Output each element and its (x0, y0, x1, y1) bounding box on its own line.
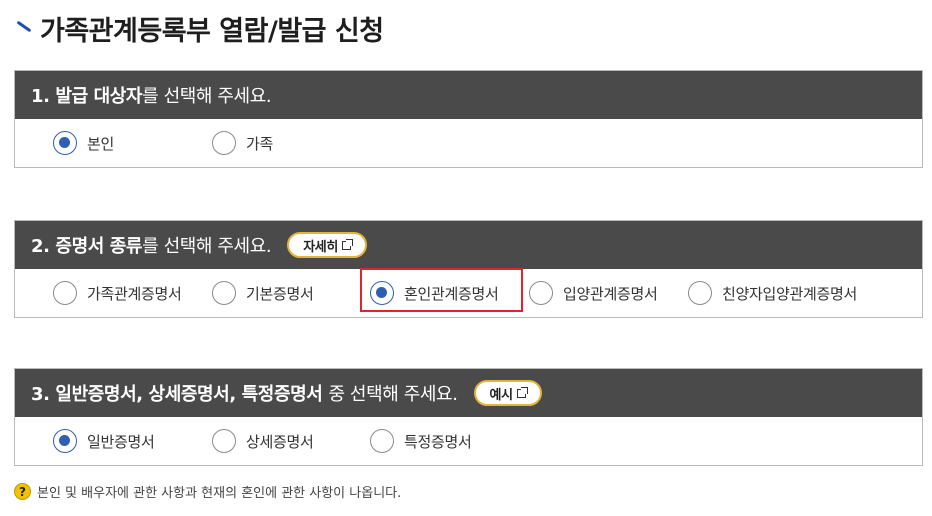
section-target: 1. 발급 대상자 를 선택해 주세요. 본인 가족 (14, 70, 923, 168)
radio-option-label: 기본증명서 (246, 284, 314, 303)
section-cert-detail-options: 일반증명서 상세증명서 특정증명서 (15, 417, 922, 465)
section-cert-type-heading-rest: 를 선택해 주세요. (142, 236, 272, 257)
radio-specific[interactable] (370, 429, 394, 453)
radio-self-checked[interactable] (53, 131, 77, 155)
radio-option-adoption[interactable]: 입양관계증명서 (529, 279, 658, 307)
radio-option-full-adoption[interactable]: 친양자입양관계증명서 (688, 279, 857, 307)
radio-option-label: 상세증명서 (246, 432, 314, 451)
section-cert-type: 2. 증명서 종류 를 선택해 주세요. 자세히 가족관계증명서 기본증명서 혼… (14, 220, 923, 318)
radio-general-checked[interactable] (53, 429, 77, 453)
radio-full-adoption[interactable] (688, 281, 712, 305)
radio-option-label: 혼인관계증명서 (404, 284, 499, 303)
radio-family[interactable] (212, 131, 236, 155)
help-note: ? 본인 및 배우자에 관한 사항과 현재의 혼인에 관한 사항이 나옵니다. (14, 482, 401, 501)
section-target-options: 본인 가족 (15, 119, 922, 167)
radio-option-label: 입양관계증명서 (563, 284, 658, 303)
section-cert-detail-heading-rest: 중 선택해 주세요. (328, 384, 458, 405)
radio-family-relation[interactable] (53, 281, 77, 305)
page-title: 가족관계등록부 열람/발급 신청 (40, 15, 384, 47)
section-cert-type-options: 가족관계증명서 기본증명서 혼인관계증명서 입양관계증명서 친양자입양관계증명서 (15, 268, 922, 317)
radio-option-specific[interactable]: 특정증명서 (370, 427, 472, 455)
external-link-icon (516, 386, 528, 398)
radio-option-label: 본인 (87, 134, 115, 153)
radio-option-basic[interactable]: 기본증명서 (212, 279, 314, 307)
radio-option-general[interactable]: 일반증명서 (53, 427, 155, 455)
example-button[interactable]: 예시 (473, 380, 542, 406)
radio-option-label: 일반증명서 (87, 432, 155, 451)
section-cert-type-heading-bold: 2. 증명서 종류 (31, 236, 143, 257)
radio-option-label: 가족관계증명서 (87, 284, 182, 303)
detail-button-label: 자세히 (303, 239, 338, 255)
section-cert-type-header: 2. 증명서 종류 를 선택해 주세요. 자세히 (15, 221, 922, 269)
external-link-icon (341, 238, 353, 250)
radio-adoption[interactable] (529, 281, 553, 305)
section-cert-detail-header: 3. 일반증명서, 상세증명서, 특정증명서 중 선택해 주세요. 예시 (15, 369, 922, 417)
example-button-label: 예시 (489, 387, 514, 403)
radio-option-family[interactable]: 가족 (212, 129, 273, 157)
radio-option-family-relation[interactable]: 가족관계증명서 (53, 279, 182, 307)
page-title-row: 가족관계등록부 열람/발급 신청 (14, 8, 384, 48)
help-note-text: 본인 및 배우자에 관한 사항과 현재의 혼인에 관한 사항이 나옵니다. (37, 486, 402, 501)
title-accent-icon (14, 19, 32, 37)
question-icon: ? (14, 483, 31, 500)
radio-basic[interactable] (212, 281, 236, 305)
section-target-heading-rest: 를 선택해 주세요. (142, 86, 272, 107)
radio-option-label: 특정증명서 (404, 432, 472, 451)
radio-option-marriage[interactable]: 혼인관계증명서 (370, 279, 499, 307)
section-target-heading-bold: 1. 발급 대상자 (31, 86, 143, 107)
radio-detailed[interactable] (212, 429, 236, 453)
section-cert-detail: 3. 일반증명서, 상세증명서, 특정증명서 중 선택해 주세요. 예시 일반증… (14, 368, 923, 466)
radio-marriage-checked[interactable] (370, 281, 394, 305)
radio-option-label: 친양자입양관계증명서 (722, 284, 858, 303)
section-cert-detail-heading-bold: 3. 일반증명서, 상세증명서, 특정증명서 (31, 384, 323, 405)
detail-button[interactable]: 자세히 (287, 232, 367, 258)
radio-option-label: 가족 (246, 134, 274, 153)
radio-option-self[interactable]: 본인 (53, 129, 114, 157)
section-target-header: 1. 발급 대상자 를 선택해 주세요. (15, 71, 922, 119)
radio-option-detailed[interactable]: 상세증명서 (212, 427, 314, 455)
